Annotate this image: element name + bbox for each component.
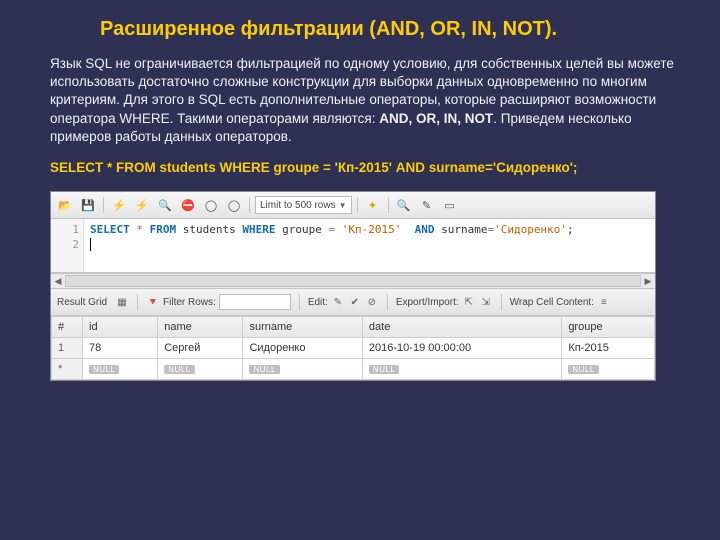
col-date[interactable]: date bbox=[362, 317, 561, 338]
cell-rownum: 1 bbox=[52, 338, 83, 359]
scroll-left-icon[interactable]: ◀ bbox=[51, 276, 65, 287]
chevron-down-icon: ▼ bbox=[339, 201, 347, 210]
explain-icon[interactable]: 🔍 bbox=[155, 195, 175, 215]
stop-icon[interactable]: ⛔ bbox=[178, 195, 198, 215]
edit-row-icon[interactable]: ✎ bbox=[331, 295, 345, 309]
execute-icon[interactable]: ⚡ bbox=[109, 195, 129, 215]
execute-step-icon[interactable]: ⚡ bbox=[132, 195, 152, 215]
slide-paragraph: Язык SQL не ограничивается фильтрацией п… bbox=[50, 55, 692, 146]
filter-rows-label: Filter Rows: bbox=[163, 297, 216, 308]
cell-null: NULL bbox=[158, 359, 243, 380]
result-grid-table: # id name surname date groupe 1 78 Серге… bbox=[51, 316, 655, 380]
line-number: 2 bbox=[51, 237, 79, 252]
cell-null: NULL bbox=[83, 359, 158, 380]
row-limit-dropdown[interactable]: Limit to 500 rows ▼ bbox=[255, 196, 352, 214]
beautify-icon[interactable]: ✦ bbox=[363, 195, 383, 215]
edit-label: Edit: bbox=[308, 297, 328, 308]
col-name[interactable]: name bbox=[158, 317, 243, 338]
col-surname[interactable]: surname bbox=[243, 317, 362, 338]
row-limit-label: Limit to 500 rows bbox=[260, 200, 336, 211]
table-header-row: # id name surname date groupe bbox=[52, 317, 655, 338]
col-rownum[interactable]: # bbox=[52, 317, 83, 338]
editor-scrollbar[interactable]: ◀ ▶ bbox=[51, 273, 655, 288]
rollback-icon[interactable]: ◯ bbox=[224, 195, 244, 215]
cell-null: NULL bbox=[362, 359, 561, 380]
tools-icon[interactable]: ✎ bbox=[417, 195, 437, 215]
wrap-toggle-icon[interactable]: ≡ bbox=[597, 295, 611, 309]
cell-null: NULL bbox=[562, 359, 655, 380]
cell-null: NULL bbox=[243, 359, 362, 380]
slide-title: Расширенное фильтрации (AND, OR, IN, NOT… bbox=[100, 18, 692, 41]
snippets-icon[interactable]: ▭ bbox=[440, 195, 460, 215]
cell-newrow: * bbox=[52, 359, 83, 380]
grid-view-icon[interactable]: ▦ bbox=[115, 295, 129, 309]
result-grid-label: Result Grid bbox=[57, 297, 107, 308]
cell-name: Сергей bbox=[158, 338, 243, 359]
open-file-icon[interactable]: 📂 bbox=[55, 195, 75, 215]
scroll-track[interactable] bbox=[65, 275, 641, 287]
table-row[interactable]: 1 78 Сергей Сидоренко 2016-10-19 00:00:0… bbox=[52, 338, 655, 359]
cell-groupe: Кп-2015 bbox=[562, 338, 655, 359]
table-row-new[interactable]: * NULL NULL NULL NULL NULL bbox=[52, 359, 655, 380]
line-number: 1 bbox=[51, 222, 79, 237]
example-query: SELECT * FROM students WHERE groupe = 'К… bbox=[50, 160, 692, 175]
scroll-right-icon[interactable]: ▶ bbox=[641, 276, 655, 287]
cell-surname: Сидоренко bbox=[243, 338, 362, 359]
save-icon[interactable]: 💾 bbox=[78, 195, 98, 215]
import-icon[interactable]: ⇲ bbox=[479, 295, 493, 309]
line-gutter: 1 2 bbox=[51, 219, 84, 272]
commit-icon[interactable]: ◯ bbox=[201, 195, 221, 215]
cell-id: 78 bbox=[83, 338, 158, 359]
sql-text: SELECT * FROM students WHERE groupe = 'К… bbox=[84, 219, 655, 272]
cell-date: 2016-10-19 00:00:00 bbox=[362, 338, 561, 359]
col-id[interactable]: id bbox=[83, 317, 158, 338]
search-icon[interactable]: 🔍 bbox=[394, 195, 414, 215]
export-icon[interactable]: ⇱ bbox=[462, 295, 476, 309]
editor-toolbar: 📂 💾 ⚡ ⚡ 🔍 ⛔ ◯ ◯ Limit to 500 rows ▼ ✦ 🔍 … bbox=[51, 192, 655, 219]
col-groupe[interactable]: groupe bbox=[562, 317, 655, 338]
export-label: Export/Import: bbox=[396, 297, 459, 308]
apply-icon[interactable]: ✔ bbox=[348, 295, 362, 309]
operators-list: AND, OR, IN, NOT bbox=[379, 111, 493, 126]
sql-editor[interactable]: 1 2 SELECT * FROM students WHERE groupe … bbox=[51, 219, 655, 273]
filter-rows-input[interactable] bbox=[219, 294, 291, 310]
sql-client-screenshot: 📂 💾 ⚡ ⚡ 🔍 ⛔ ◯ ◯ Limit to 500 rows ▼ ✦ 🔍 … bbox=[50, 191, 656, 381]
filter-icon: 🔻 bbox=[146, 295, 160, 309]
wrap-label: Wrap Cell Content: bbox=[510, 297, 594, 308]
result-toolbar: Result Grid ▦ 🔻 Filter Rows: Edit: ✎ ✔ ⊘… bbox=[51, 288, 655, 316]
revert-icon[interactable]: ⊘ bbox=[365, 295, 379, 309]
